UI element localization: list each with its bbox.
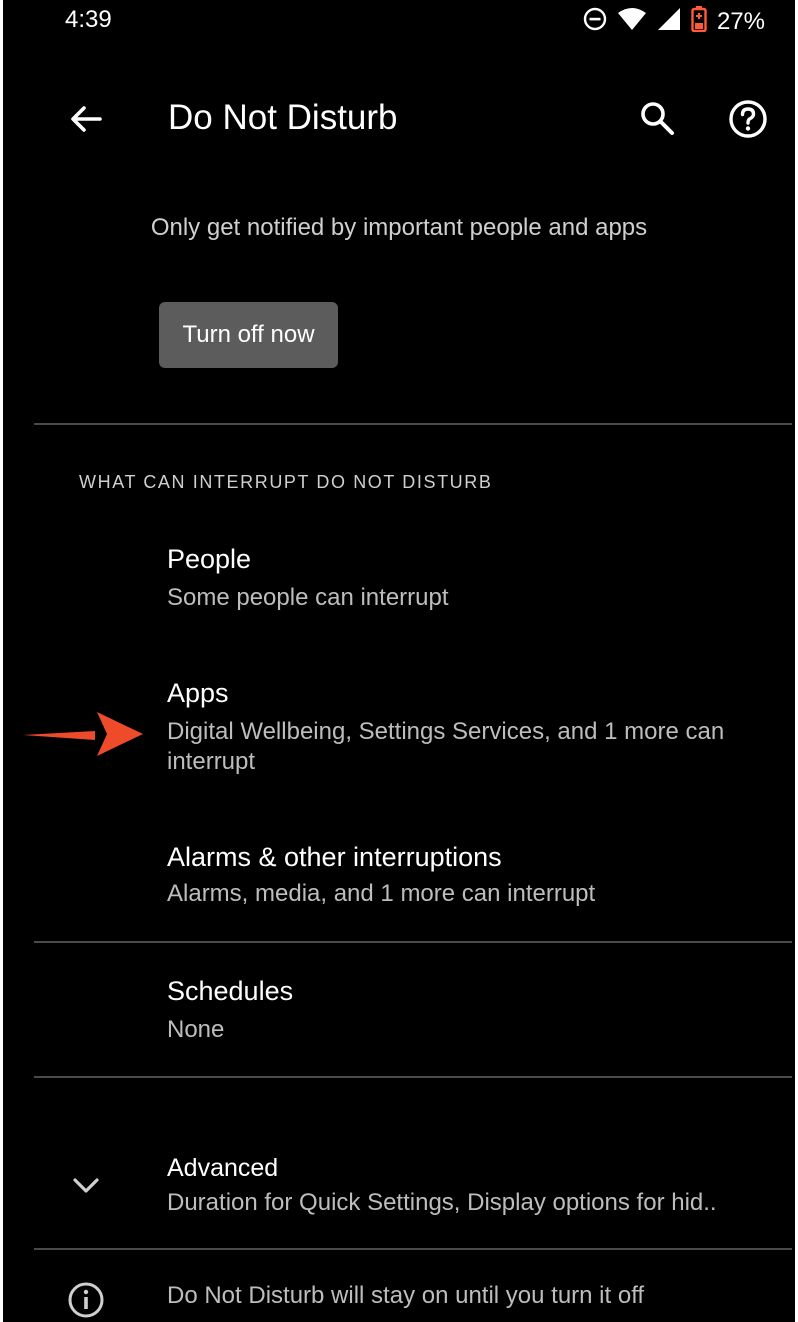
description-text: Only get notified by important people an…: [150, 214, 648, 241]
help-icon: [729, 100, 767, 138]
search-icon: [641, 102, 674, 135]
divider: [34, 1076, 792, 1078]
divider: [34, 1248, 792, 1250]
phone-screen: 4:39 27% Do Not Disturb Only get notifie…: [3, 0, 795, 1322]
app-bar: Do Not Disturb: [3, 78, 795, 158]
wifi-icon: [617, 7, 647, 36]
divider: [34, 941, 792, 943]
status-time: 4:39: [65, 6, 112, 33]
preference-summary: Alarms, media, and 1 more can interrupt: [167, 880, 596, 907]
people-preference[interactable]: People Some people can interrupt: [3, 530, 795, 640]
preference-title: Schedules: [167, 976, 294, 1006]
preference-title: Alarms & other interruptions: [167, 842, 502, 872]
dnd-icon: [583, 7, 607, 36]
preference-title: People: [167, 544, 252, 574]
footer-text: Do Not Disturb will stay on until you tu…: [167, 1282, 645, 1309]
help-button[interactable]: [723, 94, 773, 144]
preference-summary: Digital Wellbeing, Settings Services, an…: [167, 718, 725, 775]
back-arrow-icon: [71, 106, 102, 132]
status-bar: 4:39 27%: [3, 0, 795, 40]
chevron-down-icon: [69, 1168, 103, 1207]
battery-icon: [691, 6, 707, 37]
preference-title: Advanced: [167, 1154, 279, 1182]
preference-summary: None: [167, 1016, 225, 1043]
divider: [34, 423, 792, 425]
preference-summary: Some people can interrupt: [167, 584, 449, 611]
red-arrow-annotation: [23, 708, 145, 765]
battery-percentage: 27%: [716, 7, 765, 35]
info-icon: [67, 1281, 105, 1322]
search-button[interactable]: [633, 94, 681, 142]
preference-summary: Duration for Quick Settings, Display opt…: [167, 1189, 717, 1216]
turn-off-now-button[interactable]: Turn off now: [159, 302, 338, 368]
preference-title: Apps: [167, 678, 229, 708]
alarms-preference[interactable]: Alarms & other interruptions Alarms, med…: [3, 828, 795, 938]
status-icons: 27%: [583, 6, 765, 37]
back-button[interactable]: [63, 96, 109, 142]
signal-icon: [657, 7, 681, 36]
section-header: WHAT CAN INTERRUPT DO NOT DISTURB: [79, 472, 493, 492]
advanced-preference[interactable]: Advanced Duration for Quick Settings, Di…: [3, 1140, 795, 1240]
schedules-preference[interactable]: Schedules None: [3, 962, 795, 1072]
page-title: Do Not Disturb: [168, 98, 398, 137]
